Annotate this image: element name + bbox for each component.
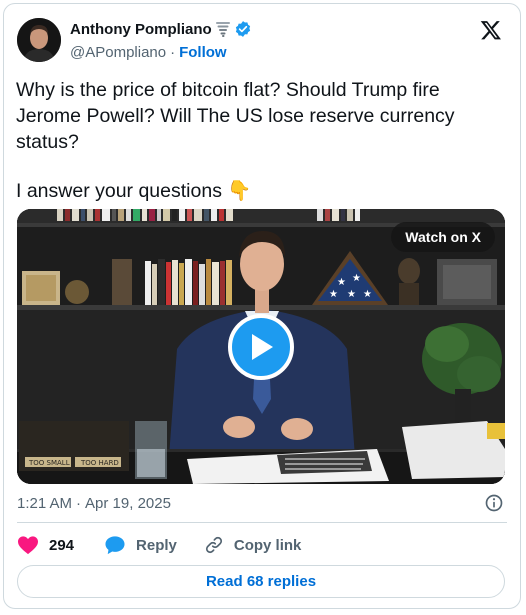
x-logo-icon[interactable]: [480, 19, 502, 41]
heart-icon: [18, 536, 38, 555]
like-button[interactable]: 294: [17, 535, 74, 555]
svg-text:★: ★: [363, 289, 372, 300]
middle-shelf-books: [145, 259, 232, 305]
verified-badge-icon: [235, 21, 250, 37]
timestamp-date[interactable]: Apr 19, 2025: [85, 495, 171, 512]
tweet-card: Anthony Pompliano @APompliano · Follow W…: [3, 3, 521, 609]
reply-label: Reply: [136, 536, 177, 554]
svg-text:★: ★: [337, 277, 346, 288]
copy-link-label: Copy link: [233, 536, 302, 554]
author-name[interactable]: Anthony Pompliano: [70, 21, 212, 38]
like-count: 294: [49, 536, 75, 554]
divider: [17, 522, 507, 523]
author-handle[interactable]: @APompliano: [70, 44, 166, 61]
author-handle-row: @APompliano · Follow: [70, 44, 227, 61]
link-icon: [205, 536, 222, 554]
reply-bubble-icon: [105, 536, 125, 555]
separator-dot: ·: [170, 44, 176, 61]
tweet-text-line-2: I answer your questions 👇: [16, 180, 252, 202]
video-thumbnail[interactable]: ★ ★ ★ ★ ★ TOO SMALL TOO HARD Watch on X: [17, 209, 505, 484]
svg-text:★: ★: [352, 273, 361, 284]
svg-text:TOO HARD: TOO HARD: [80, 459, 119, 467]
svg-text:★: ★: [347, 289, 356, 300]
play-icon: [252, 334, 273, 360]
author-name-row[interactable]: Anthony Pompliano: [70, 20, 252, 38]
reply-button[interactable]: Reply: [104, 535, 177, 555]
timestamp-time[interactable]: 1:21 AM: [17, 495, 72, 512]
play-button[interactable]: [228, 314, 294, 380]
tweet-text: Why is the price of bitcoin flat? Should…: [16, 77, 506, 204]
tweet-actions: 294 Reply Copy link: [17, 534, 301, 556]
avatar[interactable]: [17, 18, 61, 62]
follow-button[interactable]: Follow: [179, 44, 227, 61]
svg-text:TOO SMALL: TOO SMALL: [28, 459, 70, 467]
read-replies-button[interactable]: Read 68 replies: [17, 565, 505, 598]
info-icon[interactable]: [484, 493, 504, 513]
copy-link-button[interactable]: Copy link: [204, 535, 302, 555]
avatar-photo: [17, 18, 61, 62]
watch-on-x-button[interactable]: Watch on X: [391, 222, 495, 252]
tornado-emoji-icon: [215, 22, 230, 37]
tweet-text-line-1: Why is the price of bitcoin flat? Should…: [16, 79, 455, 153]
tweet-timestamp[interactable]: 1:21 AM · Apr 19, 2025: [17, 495, 171, 512]
svg-text:★: ★: [329, 289, 338, 300]
timestamp-separator: ·: [76, 495, 82, 512]
